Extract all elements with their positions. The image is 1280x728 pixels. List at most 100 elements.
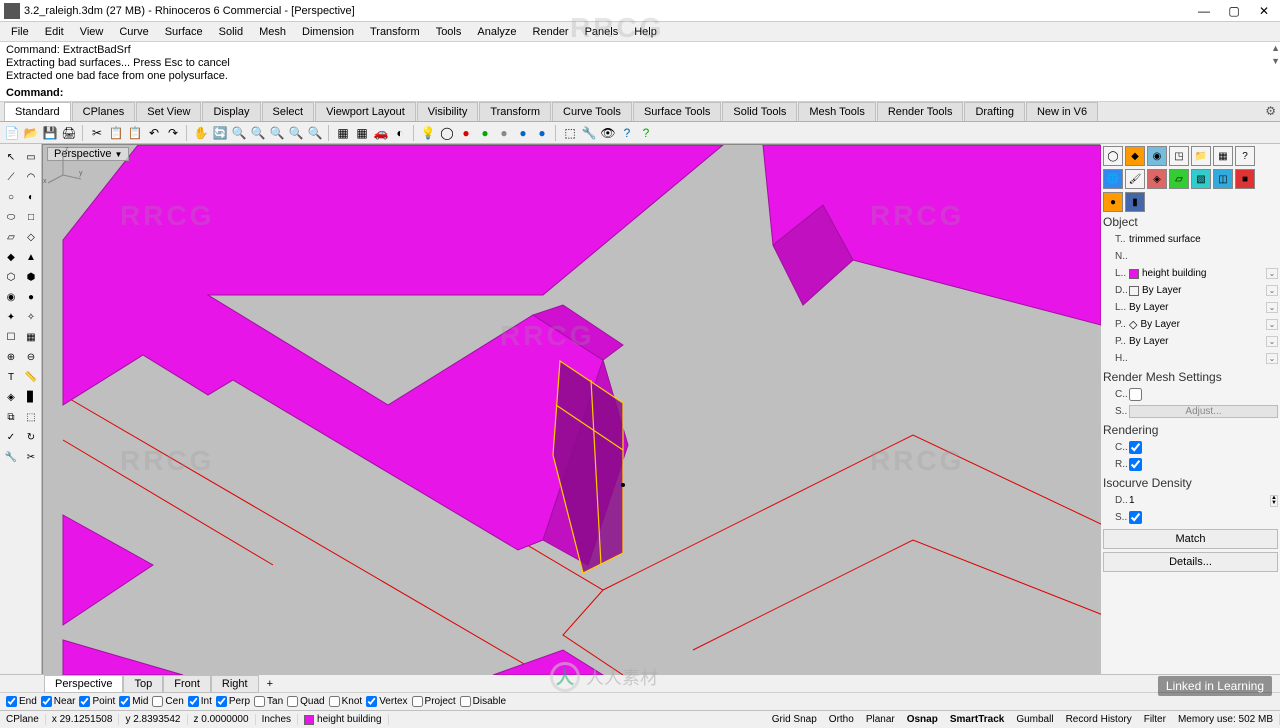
- obj-decal-icon[interactable]: ▧: [1191, 169, 1211, 189]
- tool-icon-5[interactable]: ◐: [22, 188, 40, 206]
- tool-icon-18[interactable]: ☐: [2, 328, 20, 346]
- tool-icon-31[interactable]: ✂: [22, 448, 40, 466]
- add-viewport-icon[interactable]: +: [259, 676, 281, 692]
- prop-icon[interactable]: ◯: [439, 125, 455, 141]
- tool-icon-24[interactable]: ◈: [2, 388, 20, 406]
- tab-display[interactable]: Display: [202, 102, 260, 121]
- tab-mesh-tools[interactable]: Mesh Tools: [798, 102, 875, 121]
- sun-icon[interactable]: ●: [515, 125, 531, 141]
- obj-cube-icon[interactable]: ◈: [1147, 169, 1167, 189]
- tab-visibility[interactable]: Visibility: [417, 102, 479, 121]
- undo-icon[interactable]: ↶: [146, 125, 162, 141]
- menu-edit[interactable]: Edit: [38, 24, 71, 40]
- tool-icon-11[interactable]: ▲: [22, 248, 40, 266]
- tool-icon-6[interactable]: ⬭: [2, 208, 20, 226]
- osnap-end[interactable]: End: [6, 696, 37, 707]
- tool-icon-30[interactable]: 🔧: [2, 448, 20, 466]
- osnap-disable[interactable]: Disable: [460, 696, 506, 707]
- mat-icon[interactable]: ●: [458, 125, 474, 141]
- cut-icon[interactable]: ✂: [89, 125, 105, 141]
- menu-view[interactable]: View: [73, 24, 111, 40]
- obj-cyl-icon[interactable]: ▮: [1125, 192, 1145, 212]
- tool-icon-27[interactable]: ⬚: [22, 408, 40, 426]
- minimize-button[interactable]: —: [1198, 4, 1210, 18]
- panel-tex-icon[interactable]: ◉: [1147, 146, 1167, 166]
- dropdown-icon[interactable]: ⌄: [1266, 353, 1278, 364]
- tool-icon-17[interactable]: ✧: [22, 308, 40, 326]
- lgt-icon[interactable]: ●: [534, 125, 550, 141]
- sel-icon[interactable]: ⬚: [562, 125, 578, 141]
- layout-icon[interactable]: ▦: [335, 125, 351, 141]
- tool-icon-16[interactable]: ✦: [2, 308, 20, 326]
- tool-icon-22[interactable]: T: [2, 368, 20, 386]
- tool-icon-29[interactable]: ↻: [22, 428, 40, 446]
- panel-disp-icon[interactable]: ▦: [1213, 146, 1233, 166]
- iso-show-check[interactable]: [1129, 511, 1142, 524]
- printwidth[interactable]: By Layer: [1129, 336, 1266, 347]
- maximize-button[interactable]: ▢: [1228, 4, 1240, 18]
- tab-select[interactable]: Select: [262, 102, 315, 121]
- zoom-prev-icon[interactable]: 🔍: [307, 125, 323, 141]
- menu-surface[interactable]: Surface: [158, 24, 210, 40]
- osnap-tan[interactable]: Tan: [254, 696, 283, 707]
- osnap-near[interactable]: Near: [41, 696, 76, 707]
- zoom-win-icon[interactable]: 🔍: [269, 125, 285, 141]
- tool-icon-26[interactable]: ⧉: [2, 408, 20, 426]
- vptab-right[interactable]: Right: [211, 675, 259, 693]
- scroll-down-icon[interactable]: ▼: [1271, 55, 1280, 68]
- zoom-icon[interactable]: 🔍: [231, 125, 247, 141]
- menu-mesh[interactable]: Mesh: [252, 24, 293, 40]
- menu-analyze[interactable]: Analyze: [470, 24, 523, 40]
- obj-def-icon[interactable]: ■: [1235, 169, 1255, 189]
- adjust-button[interactable]: Adjust...: [1129, 405, 1278, 418]
- help-icon[interactable]: ?: [619, 125, 635, 141]
- match-button[interactable]: Match: [1103, 529, 1278, 549]
- tab-render-tools[interactable]: Render Tools: [877, 102, 964, 121]
- osnap-int[interactable]: Int: [188, 696, 212, 707]
- obj-sphere-icon[interactable]: ●: [1103, 192, 1123, 212]
- obj-plane-icon[interactable]: ▱: [1169, 169, 1189, 189]
- tool-icon-2[interactable]: ⟋: [2, 168, 20, 186]
- zoom-sel-icon[interactable]: 🔍: [288, 125, 304, 141]
- tool-icon-19[interactable]: ▦: [22, 328, 40, 346]
- filter-icon[interactable]: 🔧: [581, 125, 597, 141]
- obj-globe-icon[interactable]: 🌐: [1103, 169, 1123, 189]
- menu-solid[interactable]: Solid: [212, 24, 250, 40]
- render-receive-check[interactable]: [1129, 458, 1142, 471]
- pan-icon[interactable]: ✋: [193, 125, 209, 141]
- tool-icon-0[interactable]: ↖: [2, 148, 20, 166]
- help2-icon[interactable]: ?: [638, 125, 654, 141]
- vptab-perspective[interactable]: Perspective: [44, 675, 123, 693]
- tex-icon[interactable]: ●: [496, 125, 512, 141]
- tool-icon-20[interactable]: ⊕: [2, 348, 20, 366]
- osnap-vertex[interactable]: Vertex: [366, 696, 407, 707]
- osnap-cen[interactable]: Cen: [152, 696, 183, 707]
- hide-icon[interactable]: 👁: [600, 125, 616, 141]
- tool-icon-28[interactable]: ✓: [2, 428, 20, 446]
- menu-panels[interactable]: Panels: [578, 24, 626, 40]
- tool-icon-21[interactable]: ⊖: [22, 348, 40, 366]
- menu-file[interactable]: File: [4, 24, 36, 40]
- dropdown-icon[interactable]: ⌄: [1266, 336, 1278, 347]
- print-icon[interactable]: 🖨: [61, 125, 77, 141]
- save-icon[interactable]: 💾: [42, 125, 58, 141]
- linetype[interactable]: By Layer: [1129, 302, 1266, 313]
- osnap-knot[interactable]: Knot: [329, 696, 363, 707]
- render-icon[interactable]: 🚗: [373, 125, 389, 141]
- tab-viewport-layout[interactable]: Viewport Layout: [315, 102, 416, 121]
- tab-solid-tools[interactable]: Solid Tools: [722, 102, 797, 121]
- panel-env-icon[interactable]: ◳: [1169, 146, 1189, 166]
- zoom-ext-icon[interactable]: 🔍: [250, 125, 266, 141]
- rotate-icon[interactable]: 🔄: [212, 125, 228, 141]
- copy-icon[interactable]: 📋: [108, 125, 124, 141]
- panel-prop-icon[interactable]: ◯: [1103, 146, 1123, 166]
- paste-icon[interactable]: 📋: [127, 125, 143, 141]
- layout2-icon[interactable]: ▦: [354, 125, 370, 141]
- menu-tools[interactable]: Tools: [429, 24, 469, 40]
- tab-transform[interactable]: Transform: [479, 102, 551, 121]
- osnap-perp[interactable]: Perp: [216, 696, 250, 707]
- tab-set-view[interactable]: Set View: [136, 102, 201, 121]
- details-button[interactable]: Details...: [1103, 552, 1278, 572]
- panel-help-icon[interactable]: ?: [1235, 146, 1255, 166]
- tool-icon-23[interactable]: 📏: [22, 368, 40, 386]
